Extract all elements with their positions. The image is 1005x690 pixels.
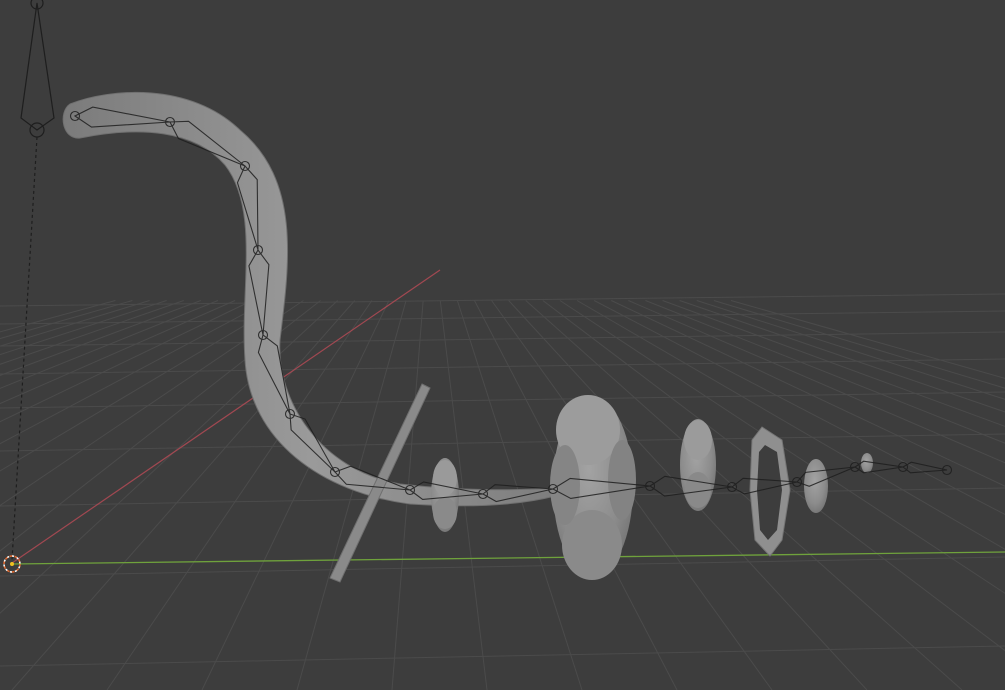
grid-line bbox=[0, 310, 1005, 325]
grid-line bbox=[11, 300, 356, 690]
large-cross-blob[interactable] bbox=[550, 395, 636, 580]
grid-line bbox=[0, 358, 1005, 375]
grid-line bbox=[0, 293, 1005, 307]
grid-line bbox=[0, 300, 202, 376]
camera-rig[interactable] bbox=[11, 0, 55, 561]
grid-line bbox=[0, 331, 1005, 347]
y-axis-line bbox=[11, 551, 1005, 565]
micro-cross-blob[interactable] bbox=[861, 453, 873, 473]
x-axis-line bbox=[11, 269, 441, 564]
grid-line bbox=[0, 300, 219, 389]
grid-line bbox=[0, 300, 184, 365]
grid-line bbox=[0, 300, 270, 445]
grid-line bbox=[0, 300, 133, 340]
3d-viewport[interactable] bbox=[0, 0, 1005, 690]
grid-line bbox=[0, 645, 1005, 667]
grid-line bbox=[0, 433, 1005, 452]
grid-line bbox=[0, 300, 236, 405]
grid-line bbox=[0, 300, 253, 423]
medium-cross-blob[interactable] bbox=[680, 419, 716, 511]
scene-canvas[interactable] bbox=[0, 0, 1005, 690]
grid-line bbox=[106, 300, 373, 690]
grid-line bbox=[0, 300, 116, 333]
grid-line bbox=[0, 300, 338, 614]
grid-line bbox=[679, 300, 1005, 413]
grid-line bbox=[662, 300, 1005, 427]
small-cross-blob[interactable] bbox=[431, 458, 459, 532]
grid-line bbox=[0, 556, 1005, 577]
bone[interactable] bbox=[902, 461, 948, 474]
grid-line bbox=[576, 300, 1005, 550]
grid-line bbox=[0, 391, 1005, 409]
grid-line bbox=[0, 300, 167, 356]
grid-line bbox=[201, 300, 390, 690]
